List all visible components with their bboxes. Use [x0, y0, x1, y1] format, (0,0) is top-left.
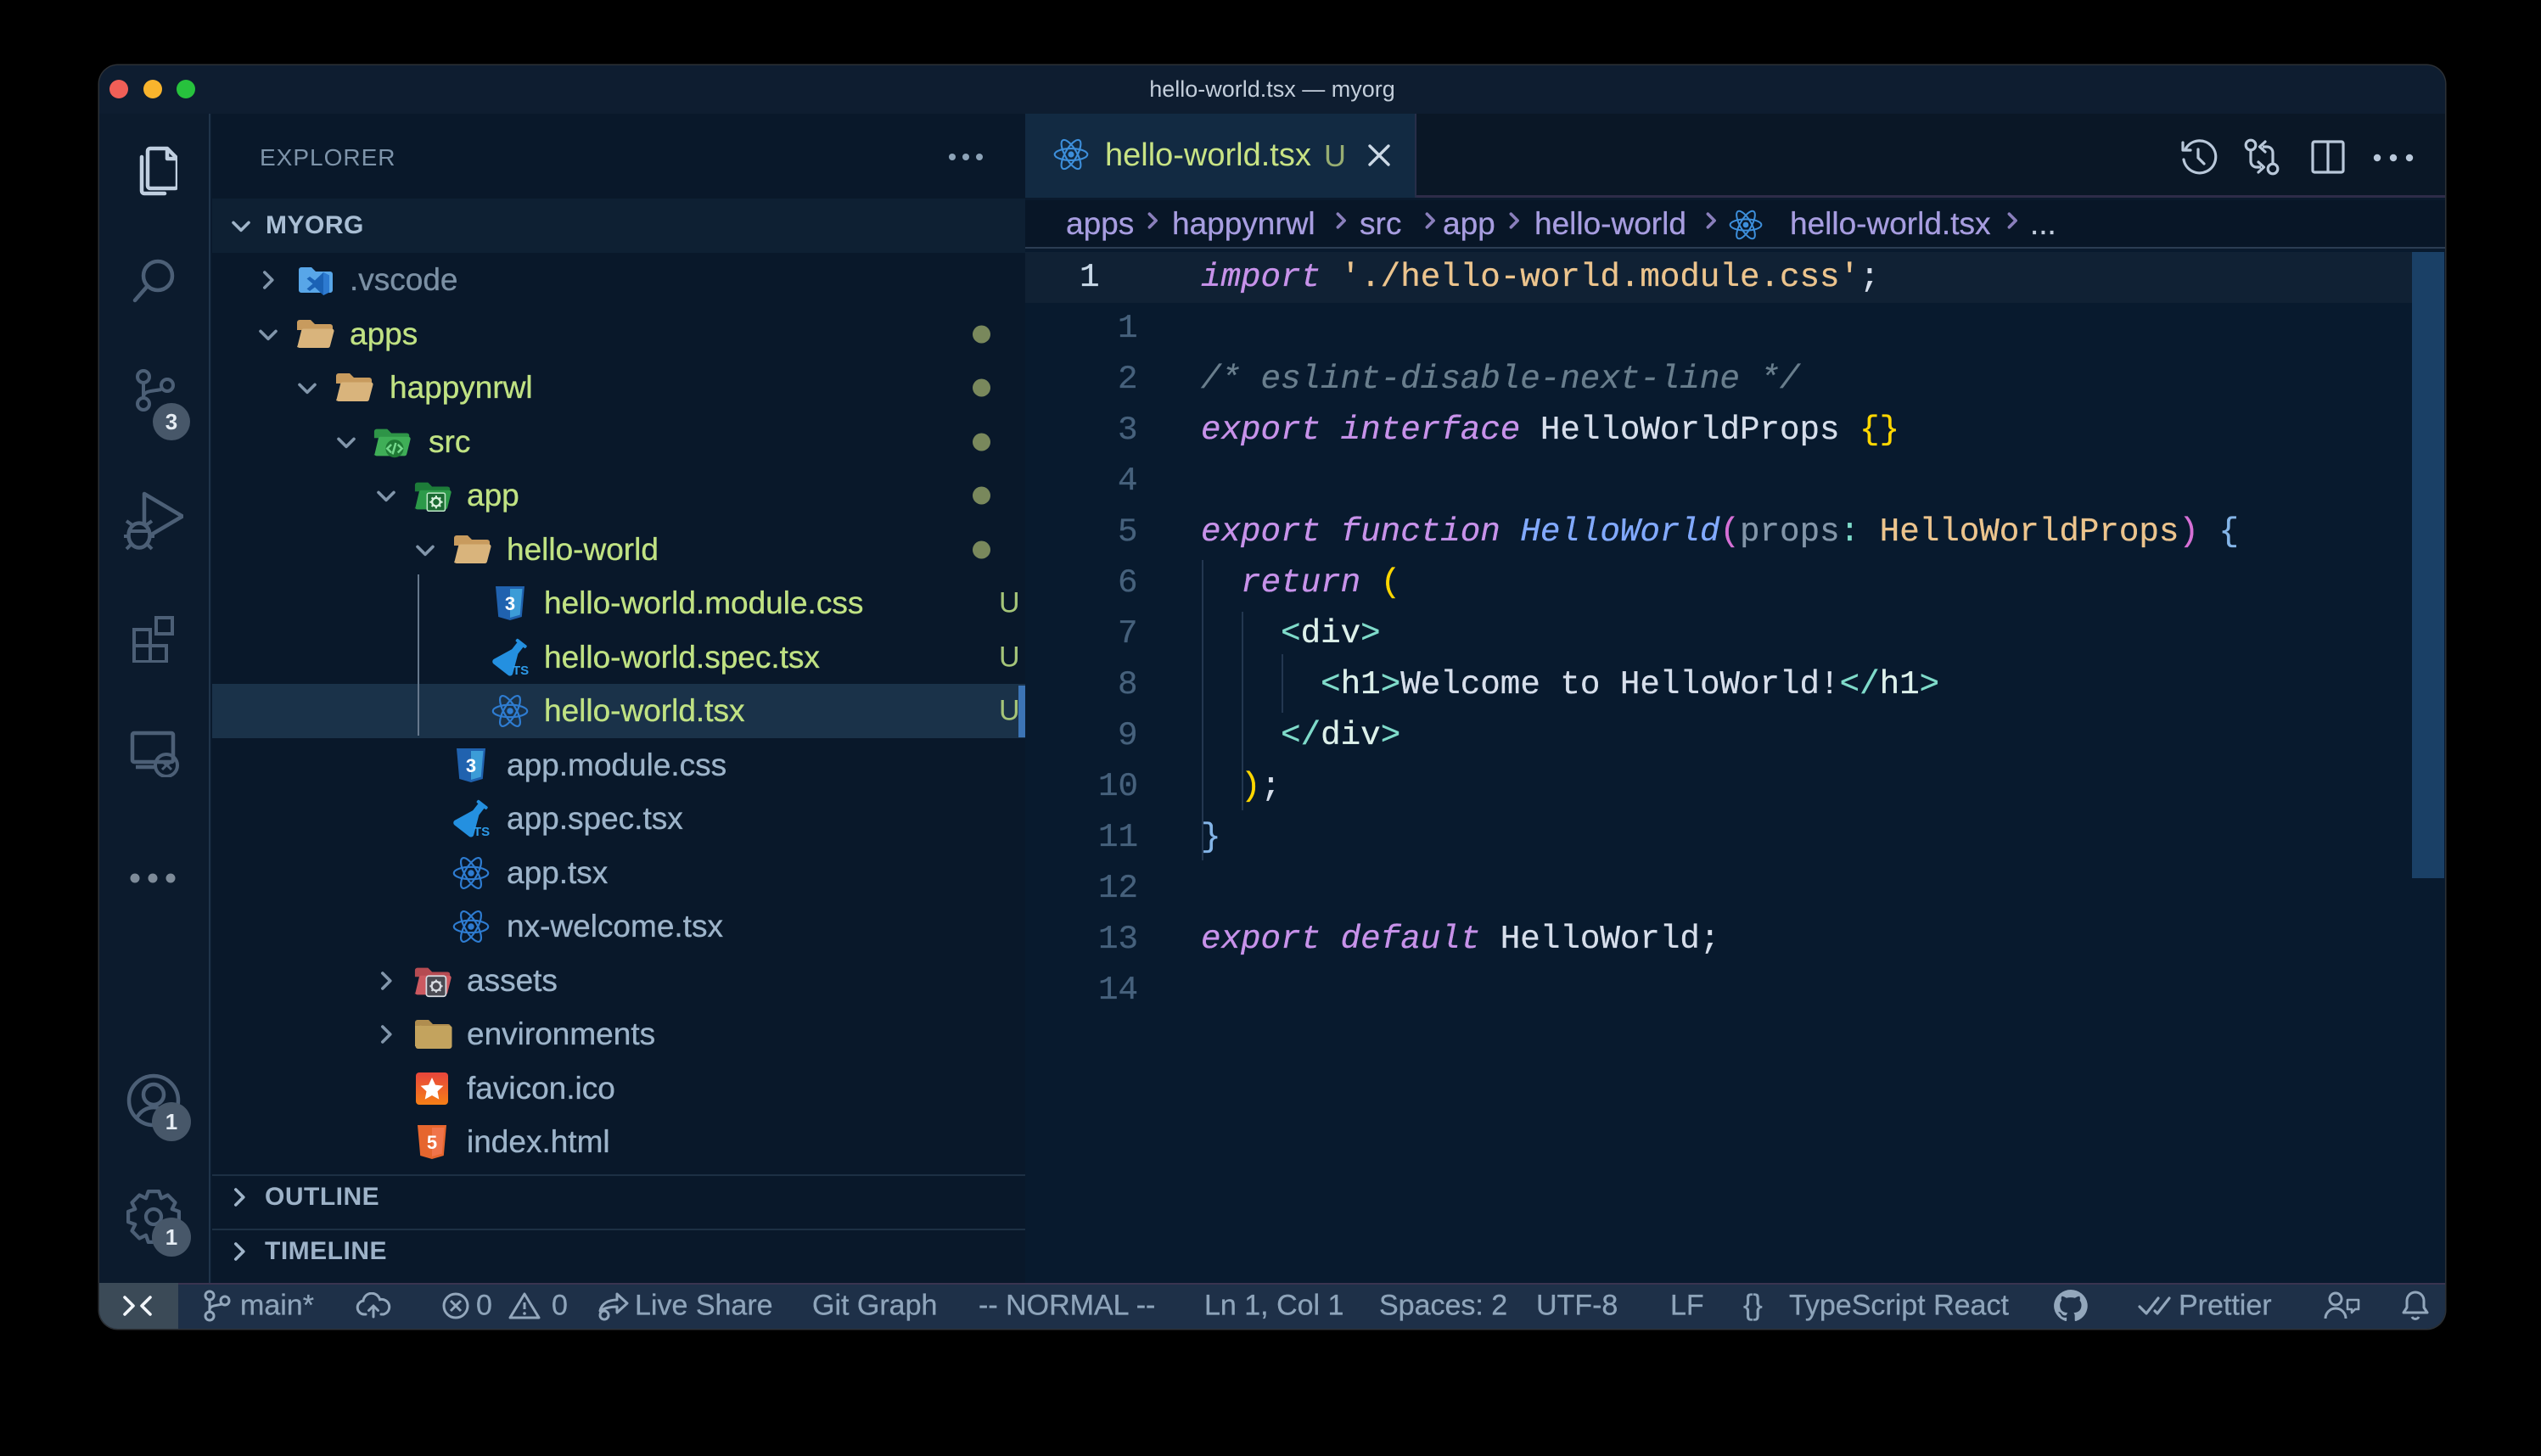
svg-text:TS: TS — [474, 825, 490, 839]
svg-text:3: 3 — [466, 755, 476, 776]
svg-text:TS: TS — [513, 664, 529, 678]
svg-text:3: 3 — [505, 593, 515, 614]
svg-text:5: 5 — [427, 1132, 437, 1153]
